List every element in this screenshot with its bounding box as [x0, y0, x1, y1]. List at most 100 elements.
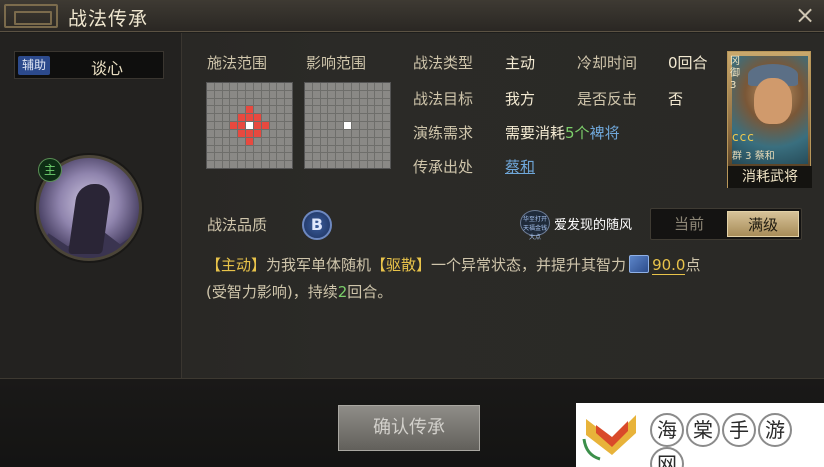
grid-cell	[230, 114, 238, 122]
grid-cell	[359, 153, 367, 161]
counter-value: 否	[668, 90, 684, 108]
grid-cell	[328, 98, 336, 106]
grid-cell	[320, 106, 328, 114]
card-foot: 群 3 蔡和	[732, 147, 775, 162]
grid-cell	[383, 98, 390, 106]
grid-cell	[367, 145, 375, 153]
grid-cell	[312, 122, 320, 129]
grid-cell	[285, 153, 292, 161]
grid-cell	[375, 114, 383, 122]
grid-cell	[320, 83, 328, 90]
grid-cell	[359, 122, 367, 129]
desc-line2-suffix: 回合。	[347, 283, 393, 301]
grid-cell	[230, 83, 238, 90]
grid-cell	[277, 122, 285, 129]
grid-cell	[246, 129, 253, 137]
grid-cell	[277, 137, 285, 145]
grid-cell	[269, 153, 277, 161]
grid-cell	[344, 129, 351, 137]
grid-cell	[238, 153, 246, 161]
grid-cell	[230, 90, 238, 98]
grid-cell	[285, 114, 292, 122]
grid-cell	[320, 161, 328, 168]
grid-cell	[359, 137, 367, 145]
grid-cell	[253, 161, 261, 168]
desc-tag-active: 【主动】	[206, 256, 267, 274]
grid-cell	[312, 98, 320, 106]
skill-name-box: 辅助 谈心	[14, 51, 164, 79]
grid-cell	[383, 153, 390, 161]
grid-cell	[285, 98, 292, 106]
grid-cell	[277, 106, 285, 114]
grid-cell	[312, 106, 320, 114]
grid-cell	[305, 114, 312, 122]
grid-cell	[207, 122, 214, 129]
cooldown-value: 0回合	[668, 54, 708, 72]
desc-tag-dispel: 【驱散】	[371, 256, 432, 274]
grid-cell	[351, 153, 359, 161]
grid-cell	[230, 122, 238, 129]
grid-cell	[344, 83, 351, 90]
main-tag-badge: 主	[38, 158, 62, 182]
confirm-inherit-button[interactable]: 确认传承	[338, 405, 480, 451]
grid-cell	[359, 129, 367, 137]
grid-cell	[312, 129, 320, 137]
grid-cell	[230, 161, 238, 168]
tab-current[interactable]: 当前	[653, 211, 725, 237]
grid-cell	[207, 114, 214, 122]
grid-cell	[367, 161, 375, 168]
general-card[interactable]: 冈 御 3 ccc 群 3 蔡和 消耗武将	[727, 51, 812, 188]
grid-cell	[383, 106, 390, 114]
train-requirement: 需要消耗5个裨将	[505, 122, 620, 143]
desc-part1: 为我军单体随机	[266, 256, 372, 274]
desc-value: 90.0	[652, 256, 686, 275]
grid-cell	[336, 129, 344, 137]
grid-cell	[277, 161, 285, 168]
grid-cell	[351, 129, 359, 137]
grid-cell	[261, 83, 269, 90]
site-name-char: 棠	[686, 413, 720, 447]
grid-cell	[246, 90, 253, 98]
grid-cell	[305, 129, 312, 137]
grid-cell	[328, 122, 336, 129]
grid-cell	[383, 122, 390, 129]
grid-cell	[269, 137, 277, 145]
close-button[interactable]: ×	[792, 2, 818, 28]
grid-cell	[344, 153, 351, 161]
site-name-char: 海	[650, 413, 684, 447]
tab-max-level[interactable]: 满级	[727, 211, 799, 237]
grid-cell	[367, 153, 375, 161]
grid-cell	[269, 161, 277, 168]
grid-cell	[383, 145, 390, 153]
grid-cell	[351, 122, 359, 129]
desc-duration: 2	[337, 283, 348, 301]
origin-label: 传承出处	[413, 158, 474, 176]
grid-cell	[351, 90, 359, 98]
grid-cell	[261, 129, 269, 137]
skill-name: 谈心	[91, 59, 124, 78]
grid-cell	[367, 129, 375, 137]
grid-cell	[285, 106, 292, 114]
grid-cell	[359, 114, 367, 122]
grid-cell	[344, 122, 351, 129]
grid-cell	[222, 83, 230, 90]
grid-cell	[320, 153, 328, 161]
grid-cell	[214, 153, 222, 161]
skill-description: 【主动】为我军单体随机【驱散】一个异常状态，并提升其智力 90.0点 (受智力影响…	[206, 252, 806, 306]
grid-cell	[359, 83, 367, 90]
grid-cell	[207, 98, 214, 106]
grid-cell	[336, 83, 344, 90]
grid-cell	[214, 129, 222, 137]
counter-label: 是否反击	[577, 90, 638, 108]
origin-link[interactable]: 蔡和	[505, 158, 535, 176]
grid-cell	[351, 98, 359, 106]
grid-cell	[359, 98, 367, 106]
grid-cell	[222, 145, 230, 153]
grid-cell	[214, 98, 222, 106]
train-link[interactable]: 裨将	[590, 124, 620, 142]
grid-cell	[269, 90, 277, 98]
site-watermark: 海棠手游网	[576, 403, 824, 467]
grid-cell	[285, 122, 292, 129]
grid-cell	[207, 106, 214, 114]
grid-cell	[285, 161, 292, 168]
